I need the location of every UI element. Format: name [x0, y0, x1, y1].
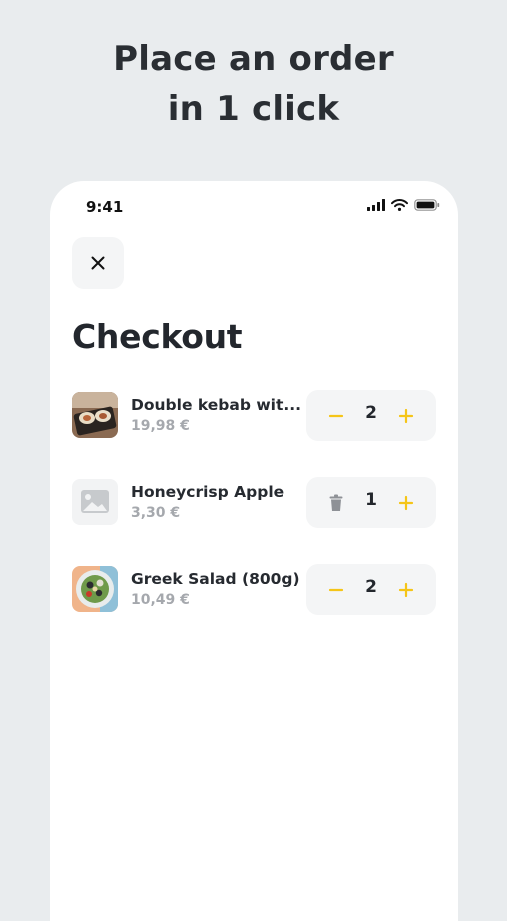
remove-item-button[interactable] — [320, 489, 352, 517]
item-name: Double kebab wit... — [131, 396, 302, 414]
quantity-value: 2 — [365, 577, 377, 597]
battery-icon — [414, 199, 440, 211]
minus-icon — [328, 588, 344, 592]
item-name: Honeycrisp Apple — [131, 483, 285, 501]
status-icons — [367, 198, 440, 212]
promo-headline-line-1: Place an order — [113, 39, 394, 79]
decrement-button[interactable] — [320, 402, 352, 430]
quantity-stepper: 2 — [306, 564, 436, 615]
decrement-button[interactable] — [320, 576, 352, 604]
item-price: 19,98 € — [131, 418, 190, 434]
increment-button[interactable] — [390, 489, 422, 517]
page-title: Checkout — [72, 317, 243, 356]
quantity-stepper: 1 — [306, 477, 436, 528]
increment-button[interactable] — [390, 576, 422, 604]
promo-headline: Place an order in 1 click — [0, 34, 507, 134]
status-time: 9:41 — [86, 198, 124, 216]
quantity-value: 1 — [365, 490, 377, 510]
item-name: Greek Salad (800g) — [131, 570, 300, 588]
cart-item: Greek Salad (800g) 10,49 € 2 — [72, 564, 436, 616]
trash-icon — [329, 494, 343, 511]
signal-icon — [367, 199, 385, 211]
plus-icon — [398, 582, 414, 598]
phone-screen: 9:41 Checkout Double kebab wit... 19,98 … — [50, 181, 458, 921]
wifi-icon — [391, 199, 408, 211]
quantity-stepper: 2 — [306, 390, 436, 441]
cart-item: Double kebab wit... 19,98 € 2 — [72, 390, 436, 442]
item-price: 10,49 € — [131, 592, 190, 608]
cart-item: Honeycrisp Apple 3,30 € 1 — [72, 477, 436, 529]
quantity-value: 2 — [365, 403, 377, 423]
item-price: 3,30 € — [131, 505, 181, 521]
kebab-photo — [72, 392, 118, 438]
image-placeholder-icon — [72, 479, 118, 525]
promo-headline-line-2: in 1 click — [167, 89, 340, 129]
salad-photo — [72, 566, 118, 612]
close-icon — [91, 256, 105, 270]
plus-icon — [398, 495, 414, 511]
plus-icon — [398, 408, 414, 424]
close-button[interactable] — [72, 237, 124, 289]
minus-icon — [328, 414, 344, 418]
increment-button[interactable] — [390, 402, 422, 430]
